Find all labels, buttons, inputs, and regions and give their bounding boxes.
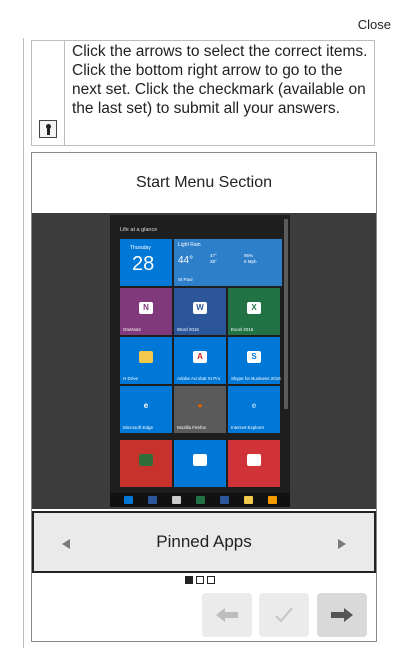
instructions-text: Click the arrows to select the correct i… (72, 43, 368, 117)
submit-checkmark-button[interactable] (259, 593, 309, 637)
app-tile-label: H Drive (123, 376, 139, 381)
app-tile: e Internet Explorer (228, 386, 280, 433)
app-icon: A (193, 350, 207, 363)
taskbar (110, 493, 290, 507)
taskbar-app-icon (123, 496, 133, 504)
taskbar-app-icon (243, 496, 253, 504)
previous-set-button[interactable] (202, 593, 252, 637)
app-tile: X Excel 2016 (228, 288, 280, 335)
app-tile-label: Internet Explorer (231, 425, 265, 430)
app-tile (228, 440, 280, 487)
app-tile: W Word 2016 (174, 288, 226, 335)
app-tile: ● Mozilla Firefox (174, 386, 226, 433)
keyhole-icon (39, 120, 57, 138)
app-icon: S (247, 350, 261, 363)
app-tile-label: Word 2016 (177, 327, 199, 332)
taskbar-app-icon (147, 496, 157, 504)
app-tile-label: Skype for Business 2016 (231, 376, 281, 381)
app-icon: ▬ (139, 350, 153, 363)
app-tile-label: Adobe Acrobat XI Pro (177, 376, 221, 381)
app-icon: X (247, 301, 261, 314)
taskbar-app-icon (267, 496, 277, 504)
question-card: Start Menu Section Life at a glance Thur… (31, 152, 377, 642)
app-tile (174, 440, 226, 487)
selector-text: Pinned Apps (156, 532, 252, 551)
instructions-icon-column (32, 41, 65, 145)
app-icon (139, 453, 153, 466)
app-tile: A Adobe Acrobat XI Pro (174, 337, 226, 384)
next-set-button[interactable] (317, 593, 367, 637)
calendar-tile: Thursday 28 (120, 239, 172, 286)
instructions-panel: Click the arrows to select the correct i… (31, 40, 375, 146)
app-tile (120, 440, 172, 487)
app-icon: ● (193, 399, 207, 412)
taskbar-app-icon (195, 496, 205, 504)
checkmark-icon (275, 607, 293, 623)
pagination-dot (207, 576, 215, 584)
card-title: Start Menu Section (135, 174, 273, 191)
app-icon: e (247, 399, 261, 412)
app-icon: W (193, 301, 207, 314)
frame-divider (23, 38, 24, 648)
app-tile-label: Mozilla Firefox (177, 425, 207, 430)
app-tile-label: Excel 2016 (231, 327, 254, 332)
app-tile: e Microsoft Edge (120, 386, 172, 433)
app-tile-label: Microsoft Edge (123, 425, 154, 430)
app-icon: e (139, 399, 153, 412)
weather-tile: Light Rain 44° 47° 38° 95% 6 Mph St Paul (174, 239, 282, 286)
app-tile: N OneNote (120, 288, 172, 335)
app-tile: S Skype for Business 2016 (228, 337, 281, 384)
screenshot-area: Life at a glance Thursday 28 Light Rain … (32, 213, 376, 509)
close-button[interactable]: Close (358, 17, 391, 32)
app-tile-label: OneNote (123, 327, 142, 332)
pagination-dot (196, 576, 204, 584)
pagination-dot (185, 576, 193, 584)
start-menu-heading: Life at a glance (120, 227, 158, 233)
app-icon: N (139, 301, 153, 314)
start-menu-image: Life at a glance Thursday 28 Light Rain … (110, 215, 290, 507)
next-option-arrow-icon[interactable] (338, 539, 346, 549)
taskbar-app-icon (171, 496, 181, 504)
item-selector: Pinned Apps (32, 511, 376, 573)
taskbar-app-icon (219, 496, 229, 504)
arrow-right-icon (331, 608, 353, 622)
app-icon (247, 453, 261, 466)
app-icon (193, 453, 207, 466)
pagination-dots (185, 576, 215, 584)
app-tile: ▬ H Drive (120, 337, 172, 384)
start-menu-scrollbar (284, 219, 288, 409)
previous-option-arrow-icon[interactable] (62, 539, 70, 549)
arrow-left-icon (216, 608, 238, 622)
